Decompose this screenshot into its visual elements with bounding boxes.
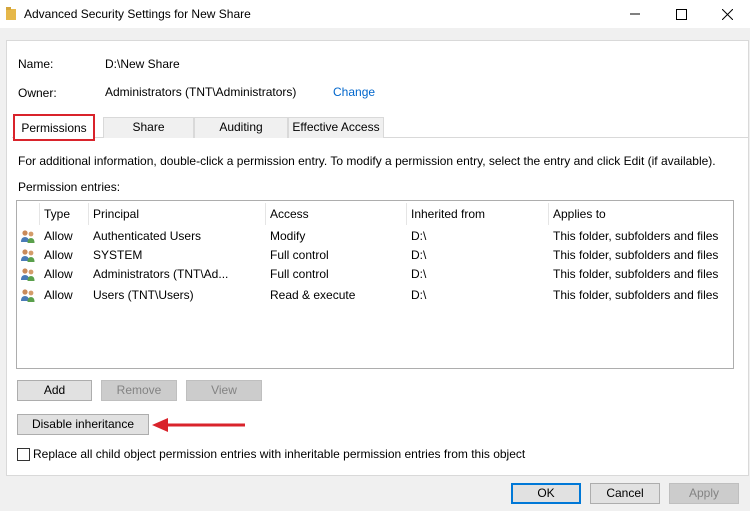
maximize-button[interactable] — [658, 0, 704, 28]
minimize-icon — [630, 13, 640, 15]
table-row[interactable]: Allow Administrators (TNT\Ad... Full con… — [17, 265, 733, 284]
cell-applies-to: This folder, subfolders and files — [553, 267, 719, 281]
column-separator — [88, 203, 89, 225]
column-separator — [265, 203, 266, 225]
cell-applies-to: This folder, subfolders and files — [553, 288, 719, 302]
tab-effective-access[interactable]: Effective Access — [288, 117, 384, 138]
users-group-icon — [21, 249, 35, 262]
cell-principal: Authenticated Users — [93, 229, 202, 243]
cancel-button[interactable]: Cancel — [590, 483, 660, 504]
column-header-inherited-from[interactable]: Inherited from — [411, 207, 485, 221]
table-row[interactable]: Allow SYSTEM Full control D:\ This folde… — [17, 246, 733, 265]
cell-inherited-from: D:\ — [411, 248, 427, 262]
table-row[interactable]: Allow Users (TNT\Users) Read & execute D… — [17, 286, 733, 305]
cell-applies-to: This folder, subfolders and files — [553, 229, 719, 243]
window-title: Advanced Security Settings for New Share — [24, 7, 251, 21]
cell-type: Allow — [44, 288, 73, 302]
close-icon — [721, 8, 733, 20]
close-button[interactable] — [704, 0, 750, 28]
view-button[interactable]: View — [186, 380, 262, 401]
permission-entries-list[interactable]: Type Principal Access Inherited from App… — [16, 200, 734, 369]
replace-child-permissions-checkbox[interactable] — [17, 448, 30, 461]
disable-inheritance-button[interactable]: Disable inheritance — [17, 414, 149, 435]
info-text: For additional information, double-click… — [18, 154, 716, 168]
red-arrow-icon — [152, 418, 245, 432]
remove-button[interactable]: Remove — [101, 380, 177, 401]
permission-entries-label: Permission entries: — [18, 180, 121, 194]
cell-inherited-from: D:\ — [411, 267, 427, 281]
column-header-access[interactable]: Access — [270, 207, 309, 221]
column-header-applies-to[interactable]: Applies to — [553, 207, 606, 221]
cell-inherited-from: D:\ — [411, 229, 427, 243]
cell-access: Full control — [270, 267, 329, 281]
folder-icon — [6, 7, 16, 20]
users-group-icon — [21, 268, 35, 281]
cell-inherited-from: D:\ — [411, 288, 427, 302]
tab-permissions[interactable]: Permissions — [13, 114, 95, 141]
change-owner-link[interactable]: Change — [333, 85, 375, 99]
apply-button[interactable]: Apply — [669, 483, 739, 504]
column-separator — [406, 203, 407, 225]
ok-button[interactable]: OK — [511, 483, 581, 504]
users-group-icon — [21, 230, 35, 243]
column-header-type[interactable]: Type — [44, 207, 70, 221]
replace-child-permissions-label: Replace all child object permission entr… — [33, 447, 526, 461]
cell-type: Allow — [44, 229, 73, 243]
minimize-button[interactable] — [612, 0, 658, 28]
cell-access: Read & execute — [270, 288, 356, 302]
cell-principal: Administrators (TNT\Ad... — [93, 267, 229, 281]
cell-applies-to: This folder, subfolders and files — [553, 248, 719, 262]
table-row[interactable]: Allow Authenticated Users Modify D:\ Thi… — [17, 227, 733, 246]
name-label: Name: — [18, 57, 54, 71]
column-separator — [39, 203, 40, 225]
tab-auditing[interactable]: Auditing — [194, 117, 288, 138]
cell-access: Modify — [270, 229, 306, 243]
cell-type: Allow — [44, 248, 73, 262]
users-group-icon — [21, 289, 35, 302]
title-bar: Advanced Security Settings for New Share — [0, 0, 750, 28]
maximize-icon — [675, 8, 687, 20]
add-button[interactable]: Add — [17, 380, 92, 401]
owner-value: Administrators (TNT\Administrators) — [105, 85, 297, 99]
cell-principal: Users (TNT\Users) — [93, 288, 194, 302]
cell-principal: SYSTEM — [93, 248, 143, 262]
name-value: D:\New Share — [105, 57, 180, 71]
owner-label: Owner: — [18, 86, 57, 100]
column-separator — [548, 203, 549, 225]
cell-access: Full control — [270, 248, 329, 262]
column-header-principal[interactable]: Principal — [93, 207, 139, 221]
cell-type: Allow — [44, 267, 73, 281]
tab-share[interactable]: Share — [103, 117, 194, 138]
